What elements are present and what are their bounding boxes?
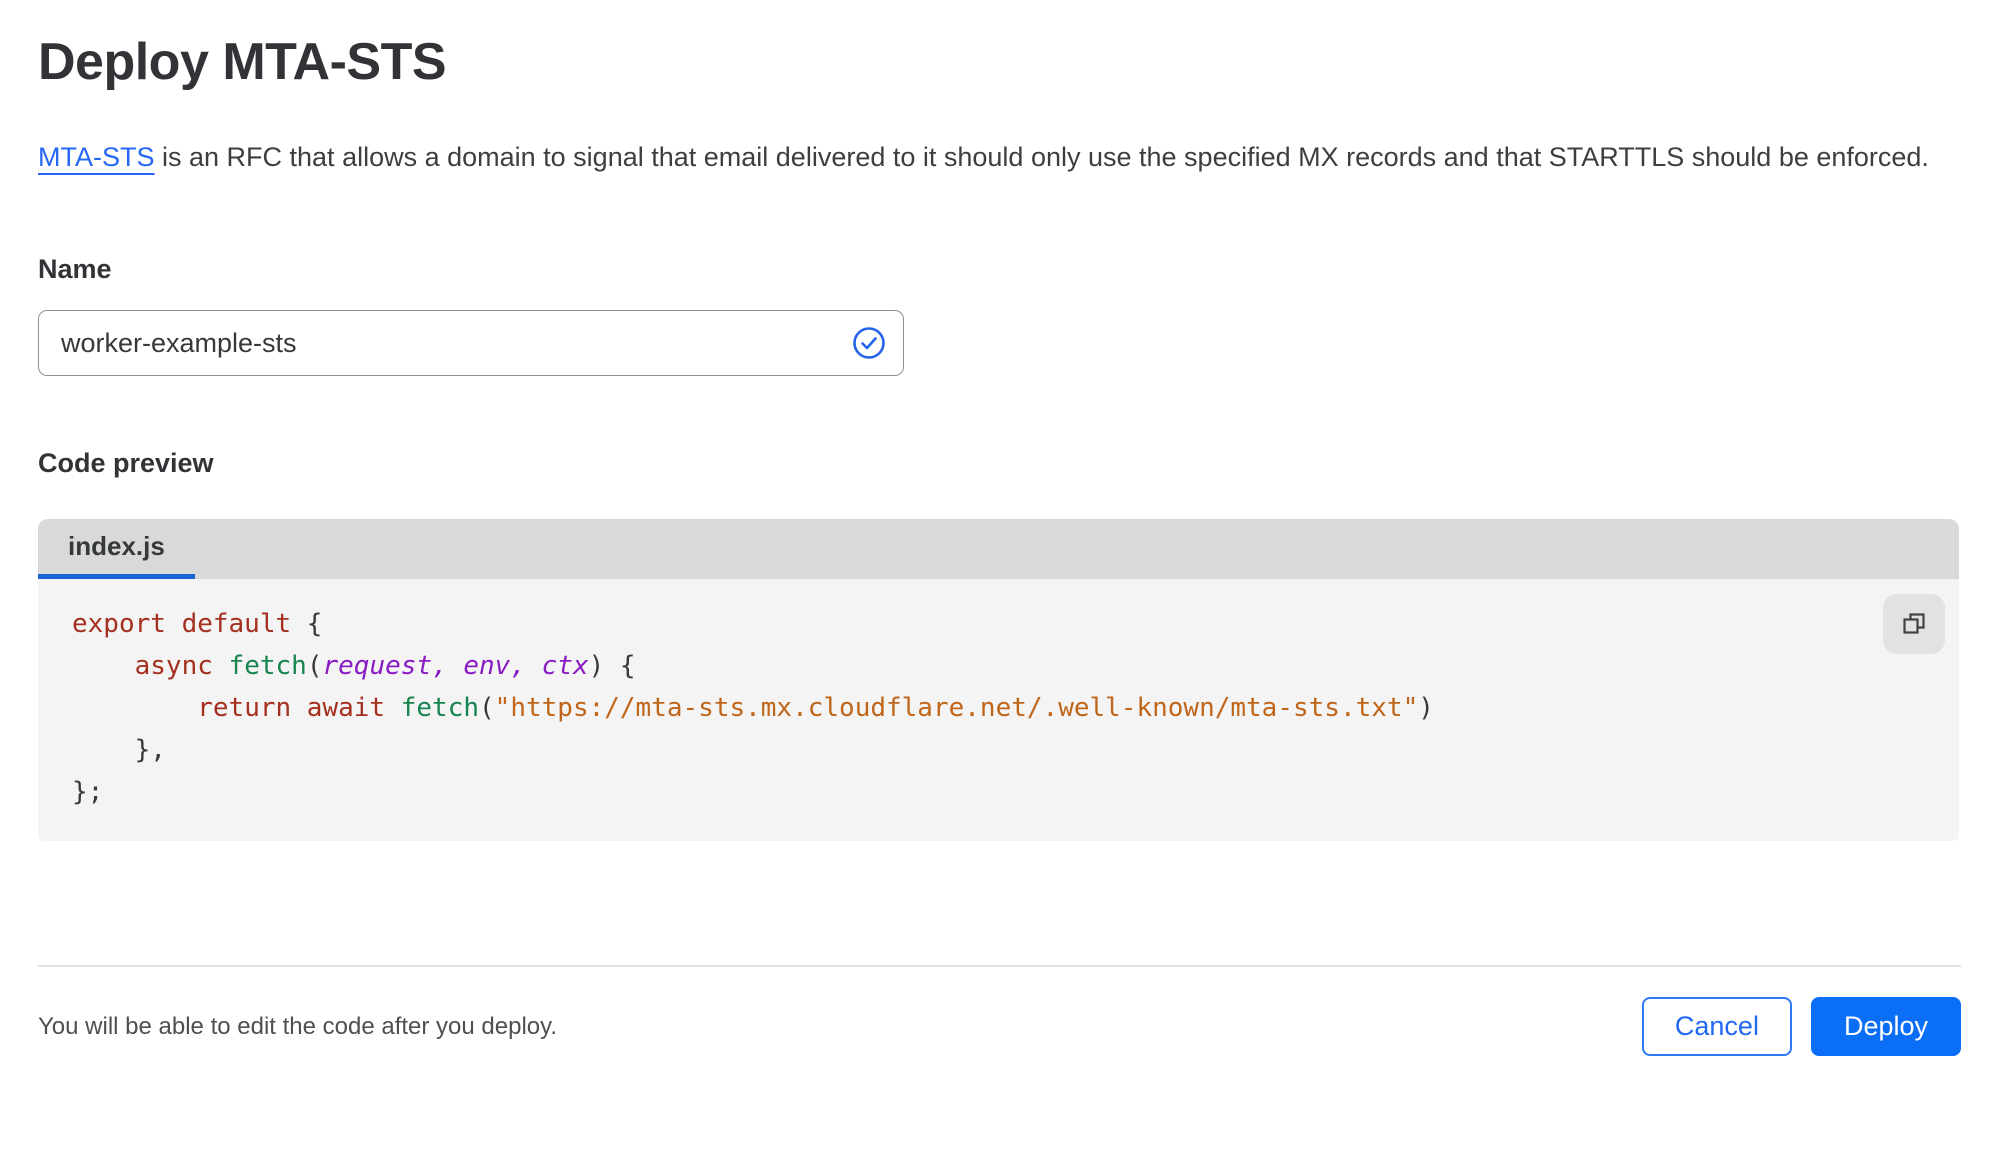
description-text: is an RFC that allows a domain to signal… xyxy=(154,142,1929,172)
code-tab-bar: index.js xyxy=(38,519,1959,579)
page-title: Deploy MTA-STS xyxy=(38,33,447,91)
footer-divider xyxy=(38,965,1961,967)
deploy-button[interactable]: Deploy xyxy=(1810,997,1961,1056)
name-input[interactable] xyxy=(38,310,904,376)
copy-code-button[interactable] xyxy=(1883,594,1945,654)
code-editor-area: export default { async fetch(request, en… xyxy=(38,579,1959,841)
footer: You will be able to edit the code after … xyxy=(38,997,1961,1056)
deploy-mta-sts-page: Deploy MTA-STS MTA-STS is an RFC that al… xyxy=(0,32,1999,1056)
footer-note: You will be able to edit the code after … xyxy=(38,1012,558,1040)
code-preview-label: Code preview xyxy=(38,448,214,478)
footer-actions: Cancel Deploy xyxy=(1641,997,1961,1056)
code-content: export default { async fetch(request, en… xyxy=(72,609,1434,807)
check-circle-icon xyxy=(853,327,885,359)
cancel-button[interactable]: Cancel xyxy=(1641,997,1792,1056)
code-preview-block: index.js export default { async fetch(re… xyxy=(38,519,1959,841)
mta-sts-link[interactable]: MTA-STS xyxy=(38,142,155,172)
copy-icon xyxy=(1903,613,1925,634)
tab-index-js[interactable]: index.js xyxy=(38,519,195,579)
name-label: Name xyxy=(38,254,112,284)
name-input-wrap xyxy=(38,310,904,376)
page-description: MTA-STS is an RFC that allows a domain t… xyxy=(38,134,1948,180)
